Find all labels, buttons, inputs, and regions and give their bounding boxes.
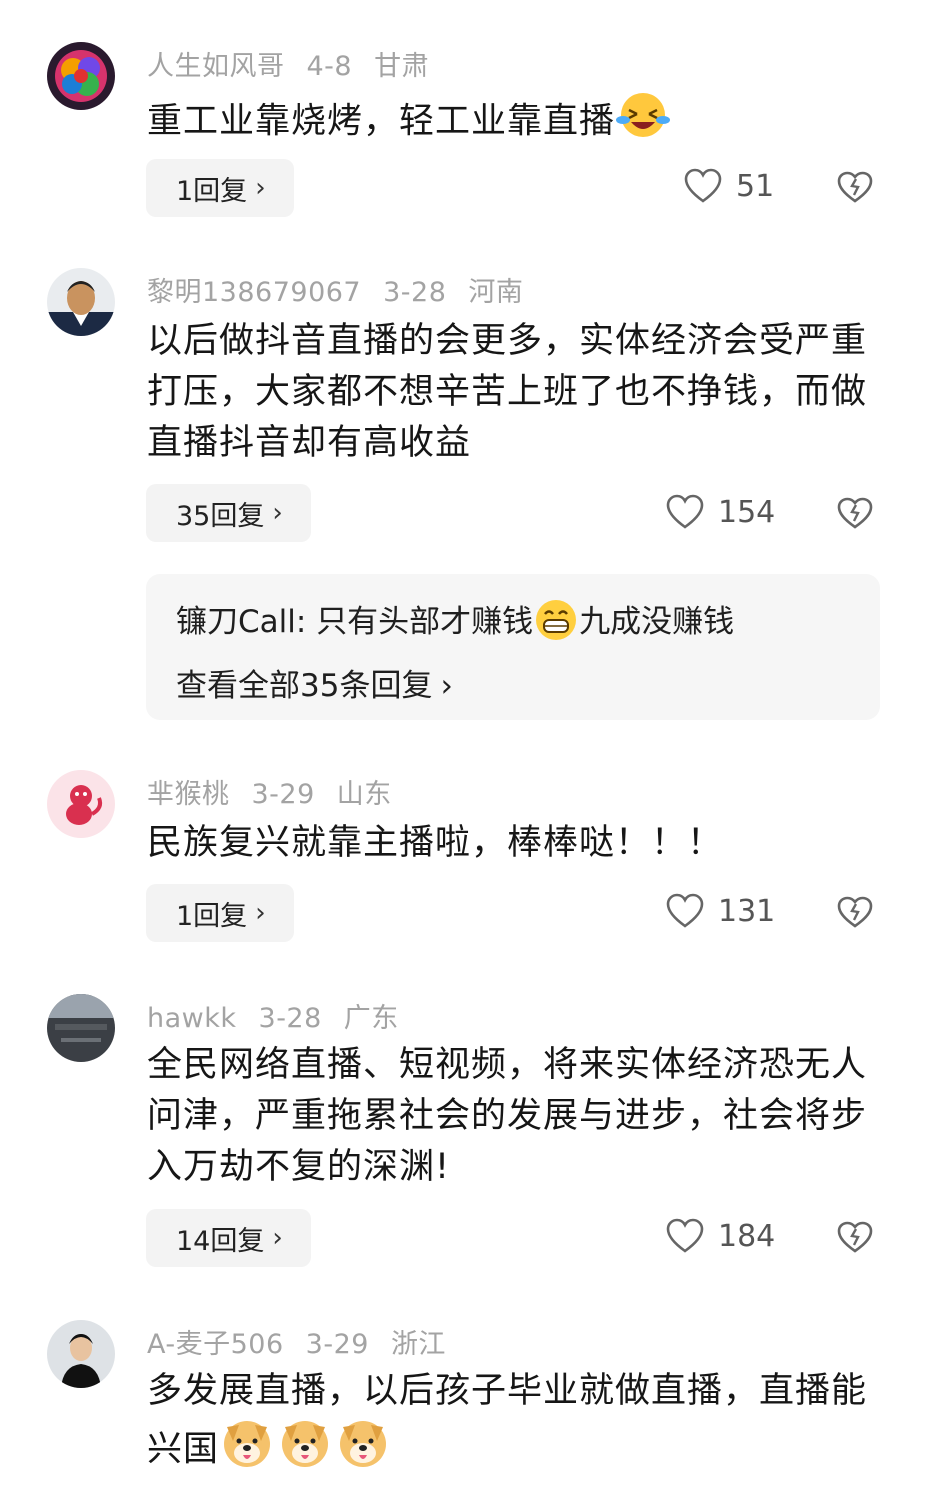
comment-location: 浙江 — [390, 1329, 446, 1360]
broken-heart-icon — [837, 1221, 873, 1253]
comment-location: 甘肃 — [374, 51, 430, 82]
comment-text: 全民网络直播、短视频，将来实体经济恐无人问津，严重拖累社会的发展与进步，社会将步… — [147, 1045, 868, 1187]
like-count: 184 — [718, 1218, 776, 1254]
username[interactable]: 人生如风哥 — [147, 51, 285, 82]
dislike-button[interactable] — [836, 496, 874, 534]
comment-text: 多发展直播，以后孩子毕业就做直播，直播能兴国 — [147, 1366, 867, 1484]
dislike-button[interactable] — [836, 170, 874, 208]
chevron-right-icon: › — [440, 668, 453, 704]
comment-meta: 黎明138679067 3-28 河南 — [147, 270, 545, 309]
chevron-right-icon: › — [255, 898, 266, 928]
comment-meta: hawkk 3-28 广东 — [147, 996, 421, 1035]
dislike-button[interactable] — [836, 895, 874, 933]
comment-meta: 人生如风哥 4-8 甘肃 — [147, 44, 451, 83]
sub-reply-author[interactable]: 镰刀Call — [176, 604, 296, 640]
like-count: 131 — [718, 893, 776, 929]
username[interactable]: 黎明138679067 — [147, 277, 361, 308]
like-button[interactable]: 51 — [684, 168, 774, 204]
heart-outline-icon — [666, 1218, 704, 1253]
like-count: 51 — [736, 168, 775, 204]
replies-button[interactable]: 14回复 › — [146, 1209, 311, 1267]
chevron-right-icon: › — [255, 173, 266, 203]
username[interactable]: A-麦子506 — [147, 1329, 284, 1360]
comment-location: 山东 — [336, 779, 392, 810]
replies-label: 1回复 — [176, 900, 248, 932]
sub-reply-preview[interactable]: 镰刀Call: 只有头部才赚钱 九成没赚钱 查看全部35条回复 › — [146, 574, 880, 720]
comment-date: 3-29 — [305, 1329, 369, 1360]
replies-label: 1回复 — [176, 175, 248, 207]
comment-date: 3-29 — [251, 779, 315, 810]
dislike-button[interactable] — [836, 1220, 874, 1258]
replies-button[interactable]: 1回复 › — [146, 159, 294, 217]
avatar[interactable] — [47, 1320, 115, 1388]
broken-heart-icon — [837, 896, 873, 928]
comment-date: 3-28 — [383, 277, 447, 308]
laughing-crying-emoji — [615, 90, 671, 155]
comment-text: 民族复兴就靠主播啦，棒棒哒！！！ — [147, 823, 724, 863]
avatar[interactable] — [47, 770, 115, 838]
comment-text: 重工业靠烧烤，轻工业靠直播 — [147, 90, 867, 155]
avatar[interactable] — [47, 268, 115, 336]
like-count: 154 — [718, 494, 776, 530]
comment-location: 广东 — [343, 1003, 399, 1034]
like-button[interactable]: 184 — [666, 1218, 775, 1254]
grinning-emoji — [533, 598, 579, 650]
comment-location: 河南 — [468, 277, 524, 308]
heart-outline-icon — [684, 168, 722, 203]
comment-meta: 芈猴桃 3-29 山东 — [147, 772, 414, 811]
chevron-right-icon: › — [272, 1223, 283, 1253]
sub-reply-line: 镰刀Call: 只有头部才赚钱 九成没赚钱 — [176, 596, 734, 650]
view-all-label: 查看全部35条回复 — [176, 668, 433, 704]
sub-reply-text-after: 九成没赚钱 — [579, 604, 735, 640]
doge-emoji — [219, 1417, 393, 1484]
avatar[interactable] — [47, 42, 115, 110]
comment-date: 3-28 — [258, 1003, 322, 1034]
replies-label: 14回复 — [176, 1225, 265, 1257]
username[interactable]: hawkk — [147, 1003, 237, 1034]
comment-date: 4-8 — [306, 51, 353, 82]
broken-heart-icon — [837, 171, 873, 203]
comment-text: 以后做抖音直播的会更多，实体经济会受严重打压，大家都不想辛苦上班了也不挣钱，而做… — [147, 321, 868, 463]
like-button[interactable]: 154 — [666, 494, 775, 530]
broken-heart-icon — [837, 497, 873, 529]
comment-meta: A-麦子506 3-29 浙江 — [147, 1322, 468, 1361]
view-all-replies-link[interactable]: 查看全部35条回复 › — [176, 660, 453, 705]
comment-text-content: 重工业靠烧烤，轻工业靠直播 — [147, 101, 616, 142]
heart-outline-icon — [666, 893, 704, 928]
username[interactable]: 芈猴桃 — [147, 779, 230, 810]
replies-button[interactable]: 1回复 › — [146, 884, 294, 942]
replies-label: 35回复 — [176, 500, 265, 532]
replies-button[interactable]: 35回复 › — [146, 484, 311, 542]
avatar[interactable] — [47, 994, 115, 1062]
chevron-right-icon: › — [272, 498, 283, 528]
like-button[interactable]: 131 — [666, 893, 775, 929]
heart-outline-icon — [666, 494, 704, 529]
sub-reply-text: 只有头部才赚钱 — [316, 604, 534, 640]
